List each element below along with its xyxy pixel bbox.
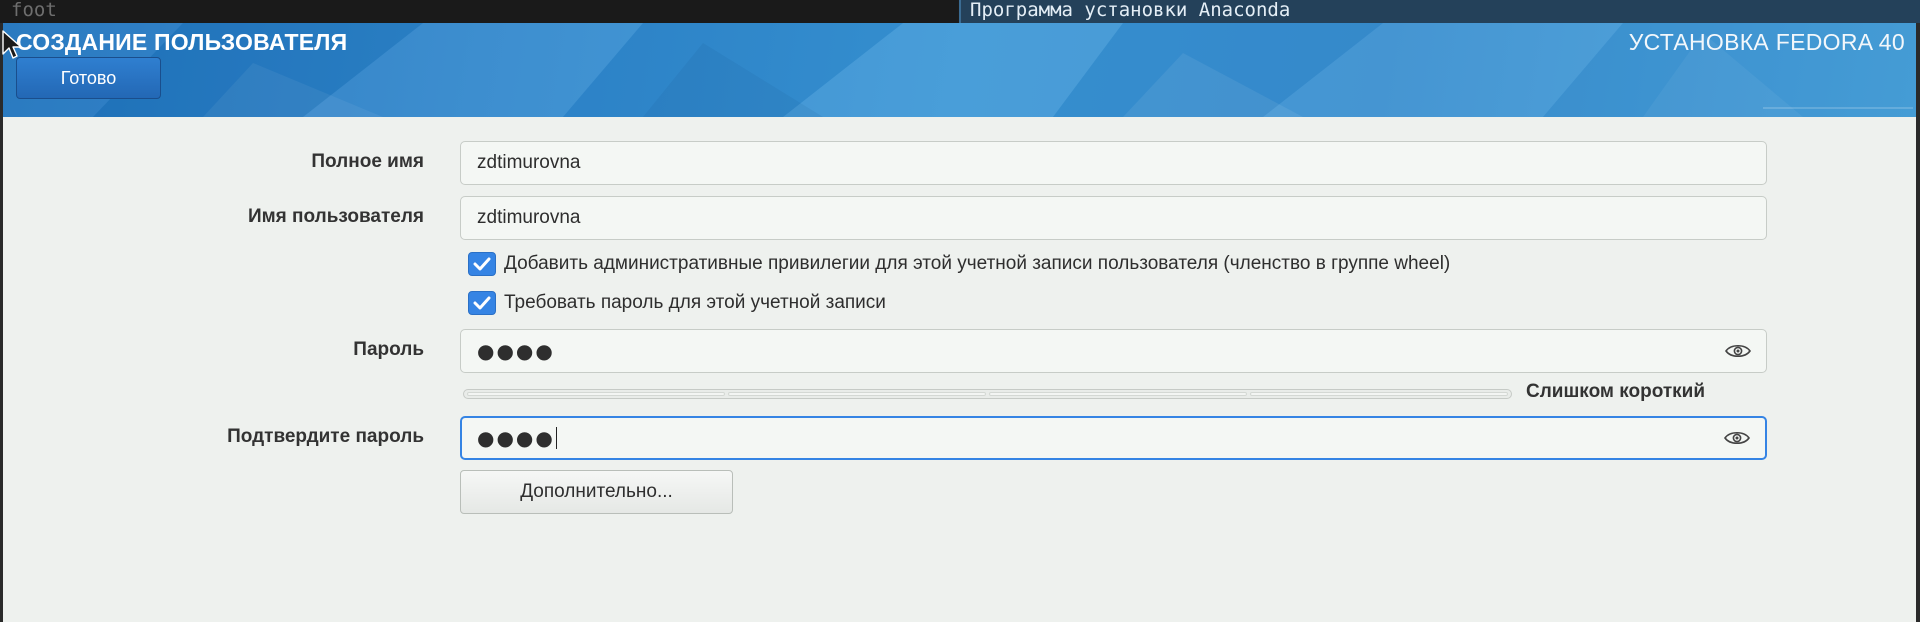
fullname-field[interactable]: zdtimurovna [460, 141, 1767, 185]
admin-privileges-checkbox-row[interactable]: Добавить административные привилегии для… [468, 252, 1450, 276]
admin-privileges-checkbox[interactable] [468, 252, 496, 276]
mouse-cursor-icon [2, 30, 22, 59]
text-caret [555, 427, 557, 449]
username-field[interactable]: zdtimurovna [460, 196, 1767, 240]
confirm-password-label: Подтвердите пароль [227, 426, 424, 447]
password-strength-text: Слишком короткий [1526, 381, 1706, 402]
require-password-checkbox[interactable] [468, 291, 496, 315]
password-label: Пароль [353, 339, 424, 360]
fullname-label: Полное имя [311, 151, 424, 172]
strength-segment [728, 392, 986, 396]
password-field[interactable]: ●●●● [460, 329, 1767, 373]
strength-segment [989, 392, 1247, 396]
checkmark-icon [473, 257, 491, 271]
spoke-header: СОЗДАНИЕ ПОЛЬЗОВАТЕЛЯ УСТАНОВКА FEDORA 4… [3, 23, 1916, 117]
username-value: zdtimurovna [477, 207, 581, 228]
checkmark-icon [473, 296, 491, 310]
window-tab-anaconda[interactable]: Программа установки Anaconda [959, 0, 1920, 23]
strength-segment [467, 392, 725, 396]
require-password-checkbox-row[interactable]: Требовать пароль для этой учетной записи [468, 291, 886, 315]
window-title-strip: foot Программа установки Anaconda [0, 0, 1920, 23]
window-tab-foot[interactable]: foot [0, 0, 958, 23]
eye-icon[interactable] [1723, 429, 1751, 447]
admin-privileges-label: Добавить административные привилегии для… [504, 253, 1451, 274]
password-mask: ●●●● [477, 339, 555, 363]
confirm-password-field[interactable]: ●●●● [460, 416, 1767, 460]
eye-icon[interactable] [1724, 342, 1752, 360]
advanced-button[interactable]: Дополнительно... [460, 470, 733, 514]
page-title: СОЗДАНИЕ ПОЛЬЗОВАТЕЛЯ [16, 29, 348, 55]
window-border-right [1916, 23, 1920, 622]
anaconda-installer-window: СОЗДАНИЕ ПОЛЬЗОВАТЕЛЯ УСТАНОВКА FEDORA 4… [3, 23, 1916, 622]
password-strength-meter [463, 389, 1512, 399]
username-label: Имя пользователя [247, 206, 424, 227]
product-title: УСТАНОВКА FEDORA 40 [1628, 29, 1905, 55]
confirm-password-mask: ●●●● [477, 426, 555, 450]
done-button[interactable]: Готово [16, 57, 161, 99]
fullname-value: zdtimurovna [477, 152, 581, 173]
require-password-label: Требовать пароль для этой учетной записи [504, 292, 886, 313]
strength-segment [1250, 392, 1508, 396]
